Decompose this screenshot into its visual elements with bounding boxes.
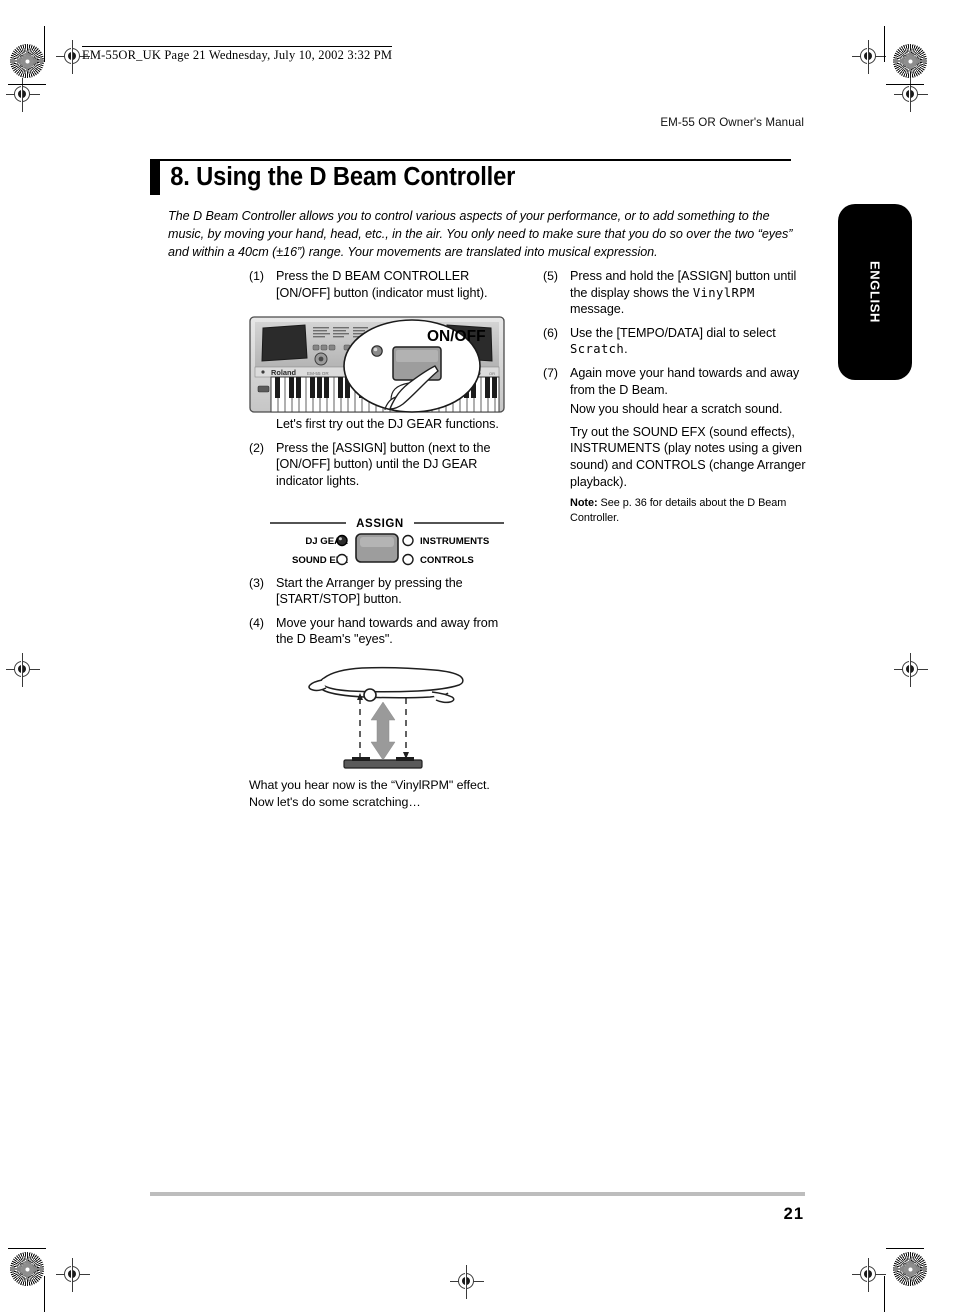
step-2-number: (2)	[249, 440, 265, 455]
trim-line-top-left-horizontal	[8, 84, 46, 86]
step-7-text: Again move your hand towards and away fr…	[570, 365, 800, 397]
step-6-number: (6)	[543, 325, 559, 340]
language-side-tab-label: ENGLISH	[867, 261, 883, 323]
trim-line-top-right-horizontal	[886, 84, 924, 86]
hand-dbeam-illustration	[308, 666, 464, 769]
figure-hand-over-dbeam	[300, 662, 480, 772]
step-2-text: Press the [ASSIGN] button (next to the […	[276, 440, 491, 488]
step-6-text-before: Use the [TEMPO/DATA] dial to select	[570, 325, 776, 340]
registration-burst-bottom-right	[893, 1252, 927, 1286]
trim-line-bottom-right-horizontal	[886, 1248, 924, 1250]
step-7-note: Note: See p. 36 for details about the D …	[570, 496, 811, 525]
step-5-text: Press and hold the [ASSIGN] button until…	[570, 268, 811, 318]
step-7-sub-1: Now you should hear a scratch sound.	[570, 402, 783, 417]
note-label: Note:	[570, 497, 598, 510]
page-title: 8. Using the D Beam Controller	[170, 163, 516, 192]
step-6-text-after: .	[624, 342, 628, 357]
registration-burst-top-right	[893, 44, 927, 78]
step-3-text: Start the Arranger by pressing the [STAR…	[276, 575, 463, 607]
step-6-lcd-value: Scratch	[570, 342, 625, 357]
trim-line-bottom-left-horizontal	[8, 1248, 46, 1250]
registration-cross-left-middle	[6, 653, 40, 687]
registration-cross-top-right-inner	[852, 40, 886, 74]
caption-dj-gear: Let's first try out the DJ GEAR function…	[276, 417, 499, 432]
svg-text:EM-55 OR: EM-55 OR	[307, 371, 329, 376]
assign-panel-illustration: ASSIGN DJ GEAR SOUND EFX INSTRUMENTS CON…	[270, 518, 504, 566]
step-3-number: (3)	[249, 575, 265, 590]
registration-burst-top-left	[10, 44, 44, 78]
step-1-number: (1)	[249, 269, 265, 283]
led-controls	[402, 553, 414, 566]
registration-cross-bottom-left-inner	[56, 1258, 90, 1292]
figure-assign-panel: ASSIGN DJ GEAR SOUND EFX INSTRUMENTS CON…	[268, 512, 506, 572]
language-side-tab: ENGLISH	[838, 204, 912, 380]
step-5-lcd-value: VinylRPM	[692, 285, 755, 300]
step-7-number: (7)	[543, 365, 559, 380]
assign-label-instruments: INSTRUMENTS	[420, 536, 490, 547]
step-7: (7) Again move your hand towards and awa…	[543, 365, 811, 398]
led-dj-gear	[336, 534, 348, 547]
keyboard-illustration: Roland EM-55 OR EM-55 OR	[249, 316, 505, 413]
step-4-number: (4)	[249, 615, 265, 630]
trim-line-bottom-right-vertical	[884, 1276, 886, 1312]
step-6-text: Use the [TEMPO/DATA] dial to select Scra…	[570, 325, 811, 358]
led-sound-efx	[336, 553, 348, 566]
movement-arrow	[370, 701, 396, 761]
figure-keyboard-onoff: Roland EM-55 OR EM-55 OR	[249, 314, 505, 414]
trim-line-top-left-vertical	[44, 26, 46, 62]
step-5-text-after: message.	[570, 302, 625, 317]
step-7-sub-2: Try out the SOUND EFX (sound effects), I…	[570, 424, 806, 489]
print-slug-text: EM-55OR_UK Page 21 Wednesday, July 10, 2…	[82, 46, 393, 62]
step-5: (5) Press and hold the [ASSIGN] button u…	[543, 268, 811, 318]
chapter-title-marker	[150, 161, 160, 195]
caption-vinylrpm: What you hear now is the “VinylRPM" effe…	[249, 777, 490, 809]
step-4-text: Move your hand towards and away from the…	[276, 615, 499, 647]
step-2: (2) Press the [ASSIGN] button (next to t…	[249, 440, 511, 490]
registration-burst-bottom-left	[10, 1252, 44, 1286]
column-right: (5) Press and hold the [ASSIGN] button u…	[543, 268, 811, 525]
step-1: (1) Press the D BEAM CONTROLLER [ON/OFF]…	[249, 268, 511, 301]
step-5-number: (5)	[543, 269, 559, 283]
footer-rule	[150, 1192, 805, 1196]
step-6: (6) Use the [TEMPO/DATA] dial to select …	[543, 325, 811, 358]
registration-cross-bottom-right-inner	[852, 1258, 886, 1292]
hand-fingertip-marker	[363, 688, 377, 702]
step-5-text-before: Press and hold the [ASSIGN] button until…	[570, 269, 797, 300]
step-1-text: Press the D BEAM CONTROLLER [ON/OFF] but…	[276, 269, 488, 300]
running-head: EM-55 OR Owner's Manual	[660, 116, 804, 129]
print-slug: EM-55OR_UK Page 21 Wednesday, July 10, 2…	[82, 46, 393, 63]
registration-cross-right-middle	[894, 653, 928, 687]
chapter-title: 8. Using the D Beam Controller	[150, 161, 810, 195]
page-number: 21	[783, 1205, 804, 1223]
step-3: (3) Start the Arranger by pressing the […	[249, 575, 511, 608]
trim-line-bottom-left-vertical	[44, 1276, 46, 1312]
svg-text:OR: OR	[489, 371, 495, 376]
trim-line-top-right-vertical	[884, 26, 886, 62]
note-text: See p. 36 for details about the D Beam C…	[570, 497, 787, 524]
assign-label-controls: CONTROLS	[420, 555, 474, 566]
led-instruments	[402, 534, 414, 547]
assign-title: ASSIGN	[356, 518, 404, 530]
registration-cross-bottom-center	[450, 1265, 484, 1299]
keyboard-brand-label: Roland	[271, 368, 297, 377]
onoff-callout-label: ON/OFF	[427, 328, 486, 345]
chapter-intro: The D Beam Controller allows you to cont…	[168, 209, 793, 259]
step-4: (4) Move your hand towards and away from…	[249, 615, 511, 648]
